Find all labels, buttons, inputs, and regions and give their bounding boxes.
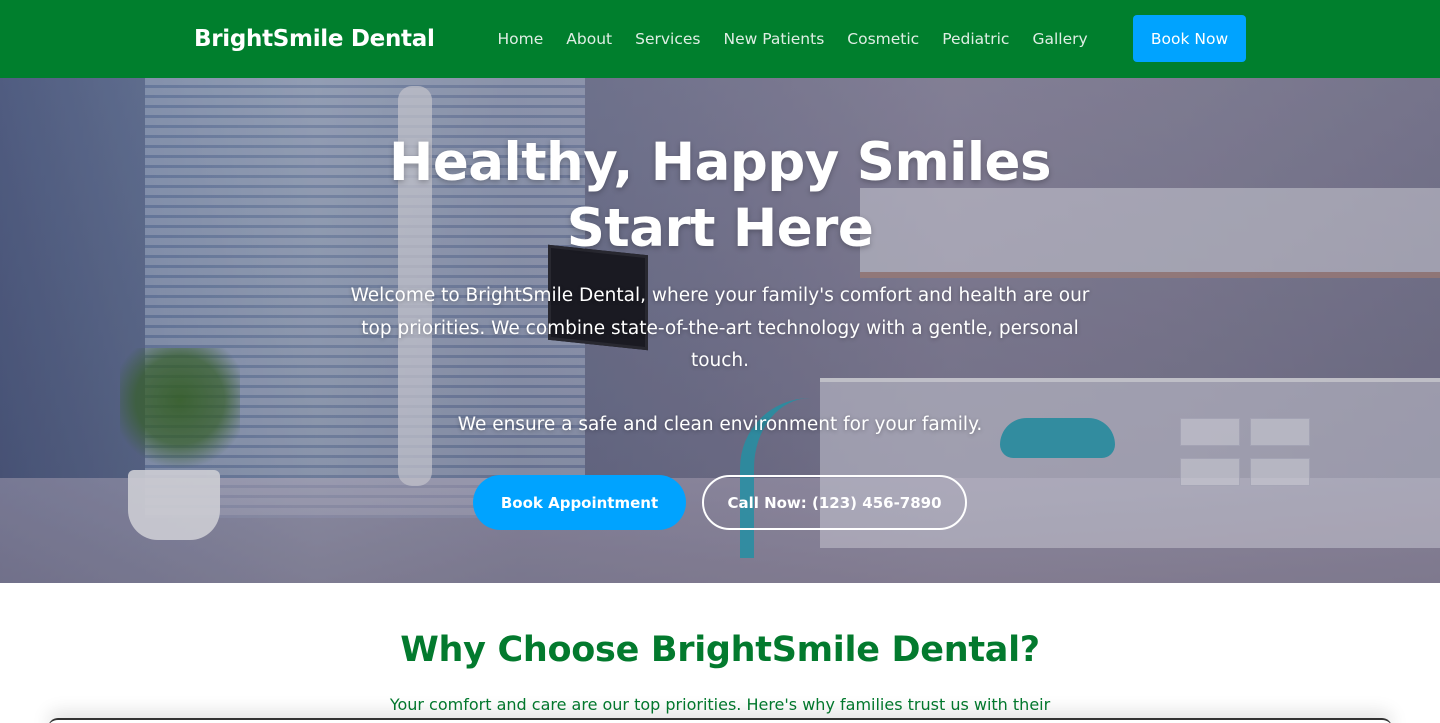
hero-title: Healthy, Happy Smiles Start Here (388, 132, 1052, 259)
hero-description: Welcome to BrightSmile Dental, where you… (350, 285, 1090, 371)
book-now-button[interactable]: Book Now (1133, 15, 1246, 62)
section-description: Your comfort and care are our top priori… (389, 695, 1051, 714)
nav-link-about[interactable]: About (555, 30, 624, 48)
main-menu: Home About Services New Patients Cosmeti… (486, 0, 1099, 78)
brand-logo[interactable]: BrightSmile Dental (194, 0, 435, 78)
call-now-button[interactable]: Call Now: (123) 456-7890 (702, 475, 967, 530)
feature-card-edge (48, 718, 1392, 723)
top-navbar: BrightSmile Dental Home About Services N… (0, 0, 1440, 78)
nav-link-gallery[interactable]: Gallery (1021, 30, 1099, 48)
nav-link-services[interactable]: Services (624, 30, 712, 48)
nav-link-new-patients[interactable]: New Patients (712, 30, 836, 48)
hero-subtext: We ensure a safe and clean environment f… (457, 414, 983, 435)
nav-link-pediatric[interactable]: Pediatric (931, 30, 1021, 48)
book-appointment-button[interactable]: Book Appointment (473, 475, 686, 530)
hero-section: Healthy, Happy Smiles Start Here Welcome… (0, 78, 1440, 583)
nav-link-home[interactable]: Home (486, 30, 555, 48)
section-title: Why Choose BrightSmile Dental? (400, 630, 1040, 670)
nav-link-cosmetic[interactable]: Cosmetic (836, 30, 931, 48)
